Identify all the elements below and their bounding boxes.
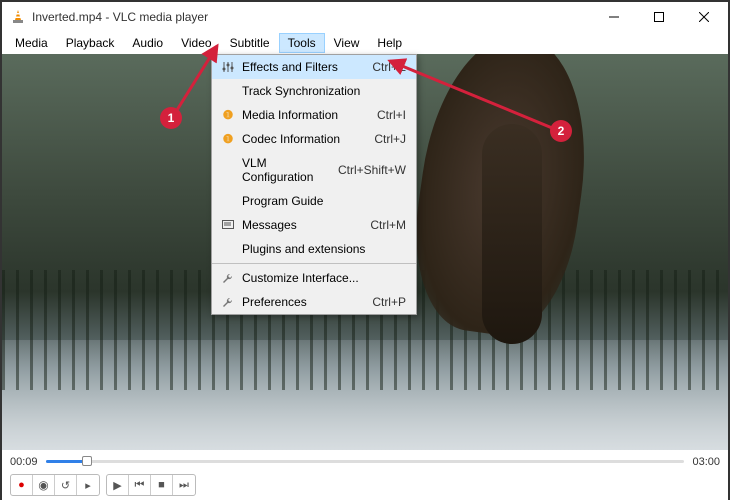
menu-item-messages[interactable]: Messages Ctrl+M (212, 213, 416, 237)
wrench-icon (218, 272, 238, 284)
menu-view[interactable]: View (325, 33, 369, 53)
title-bar: Inverted.mp4 - VLC media player (2, 2, 728, 32)
menu-item-track-sync[interactable]: Track Synchronization (212, 79, 416, 103)
prev-button[interactable]: ⏮ (129, 475, 151, 495)
control-toolbar: ● ◉ ↺ ▸ ▶ ⏮ ■ ⏭ (10, 474, 720, 496)
menu-bar: Media Playback Audio Video Subtitle Tool… (2, 32, 728, 54)
menu-item-vlm-config[interactable]: VLM Configuration Ctrl+Shift+W (212, 151, 416, 189)
menu-separator (212, 263, 416, 264)
record-button[interactable]: ● (11, 475, 33, 495)
messages-icon (218, 220, 238, 230)
maximize-button[interactable] (636, 3, 681, 31)
menu-item-customize[interactable]: Customize Interface... (212, 266, 416, 290)
menu-tools[interactable]: Tools (279, 33, 325, 53)
menu-item-media-info[interactable]: ❶ Media Information Ctrl+I (212, 103, 416, 127)
menu-help[interactable]: Help (368, 33, 411, 53)
sliders-icon (218, 61, 238, 73)
menu-playback[interactable]: Playback (57, 33, 124, 53)
menu-media[interactable]: Media (6, 33, 57, 53)
menu-subtitle[interactable]: Subtitle (221, 33, 279, 53)
loop-a-button[interactable]: ↺ (55, 475, 77, 495)
tools-menu-dropdown: Effects and Filters Ctrl+E Track Synchro… (211, 54, 417, 315)
menu-item-effects-filters[interactable]: Effects and Filters Ctrl+E (212, 55, 416, 79)
playback-bar: 00:09 03:00 ● ◉ ↺ ▸ ▶ ⏮ ■ ⏭ (2, 450, 728, 500)
time-elapsed: 00:09 (10, 456, 38, 468)
info-icon: ❶ (218, 108, 238, 122)
next-button[interactable]: ⏭ (173, 475, 195, 495)
menu-item-codec-info[interactable]: ❶ Codec Information Ctrl+J (212, 127, 416, 151)
menu-item-preferences[interactable]: Preferences Ctrl+P (212, 290, 416, 314)
close-button[interactable] (681, 3, 726, 31)
menu-audio[interactable]: Audio (123, 33, 172, 53)
window-controls (591, 3, 726, 31)
play-button[interactable]: ▶ (107, 475, 129, 495)
window-title: Inverted.mp4 - VLC media player (32, 10, 591, 24)
menu-video[interactable]: Video (172, 33, 220, 53)
info-icon: ❶ (218, 132, 238, 146)
frame-step-button[interactable]: ▸ (77, 475, 99, 495)
camera-icon: ◉ (38, 478, 48, 492)
menu-item-plugins[interactable]: Plugins and extensions (212, 237, 416, 261)
menu-item-program-guide[interactable]: Program Guide (212, 189, 416, 213)
vlc-logo-icon (10, 9, 26, 25)
snapshot-button[interactable]: ◉ (33, 475, 55, 495)
wrench-icon (218, 296, 238, 308)
time-total: 03:00 (692, 456, 720, 468)
stop-button[interactable]: ■ (151, 475, 173, 495)
seek-slider[interactable] (46, 458, 685, 466)
minimize-button[interactable] (591, 3, 636, 31)
